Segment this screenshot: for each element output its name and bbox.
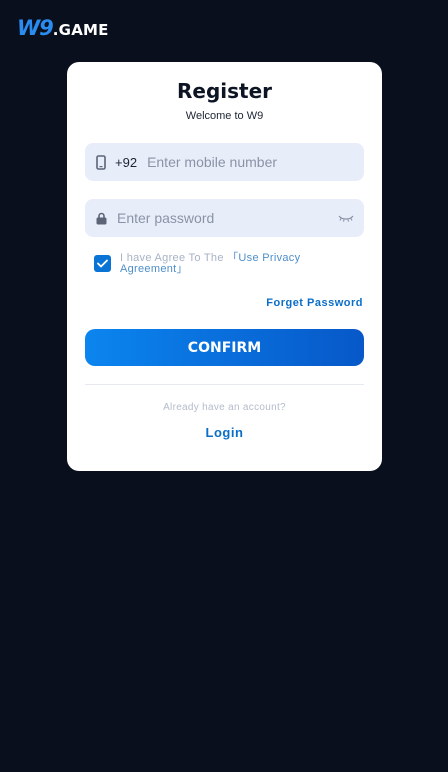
country-code[interactable]: +92 — [115, 155, 137, 170]
check-icon — [97, 259, 108, 268]
already-have-account-text: Already have an account? — [163, 402, 286, 413]
mobile-number-input[interactable] — [147, 143, 364, 181]
logo-text: .GAME — [52, 21, 109, 39]
mobile-phone-icon — [96, 154, 106, 170]
brand-logo: W9 .GAME — [17, 16, 109, 40]
phone-field: +92 — [85, 143, 364, 181]
forget-password-link[interactable]: Forget Password — [266, 297, 363, 309]
privacy-agreement-row: I have Agree To The 「Use Privacy Agreeme… — [94, 253, 354, 275]
login-link[interactable]: Login — [67, 425, 382, 440]
lock-icon — [96, 212, 107, 224]
register-card: Register Welcome to W9 +92 I have Agree … — [67, 62, 382, 471]
page-subtitle: Welcome to W9 — [185, 110, 264, 122]
divider — [85, 384, 364, 385]
page-title: Register — [176, 79, 273, 103]
confirm-button[interactable]: CONFIRM — [85, 329, 364, 366]
logo-mark: W9 — [17, 16, 54, 40]
agree-checkbox[interactable] — [94, 255, 111, 272]
eye-closed-icon[interactable] — [338, 214, 354, 223]
agree-text: I have Agree To The 「Use Privacy Agreeme… — [120, 253, 354, 275]
password-input[interactable] — [117, 199, 338, 237]
password-field — [85, 199, 364, 237]
